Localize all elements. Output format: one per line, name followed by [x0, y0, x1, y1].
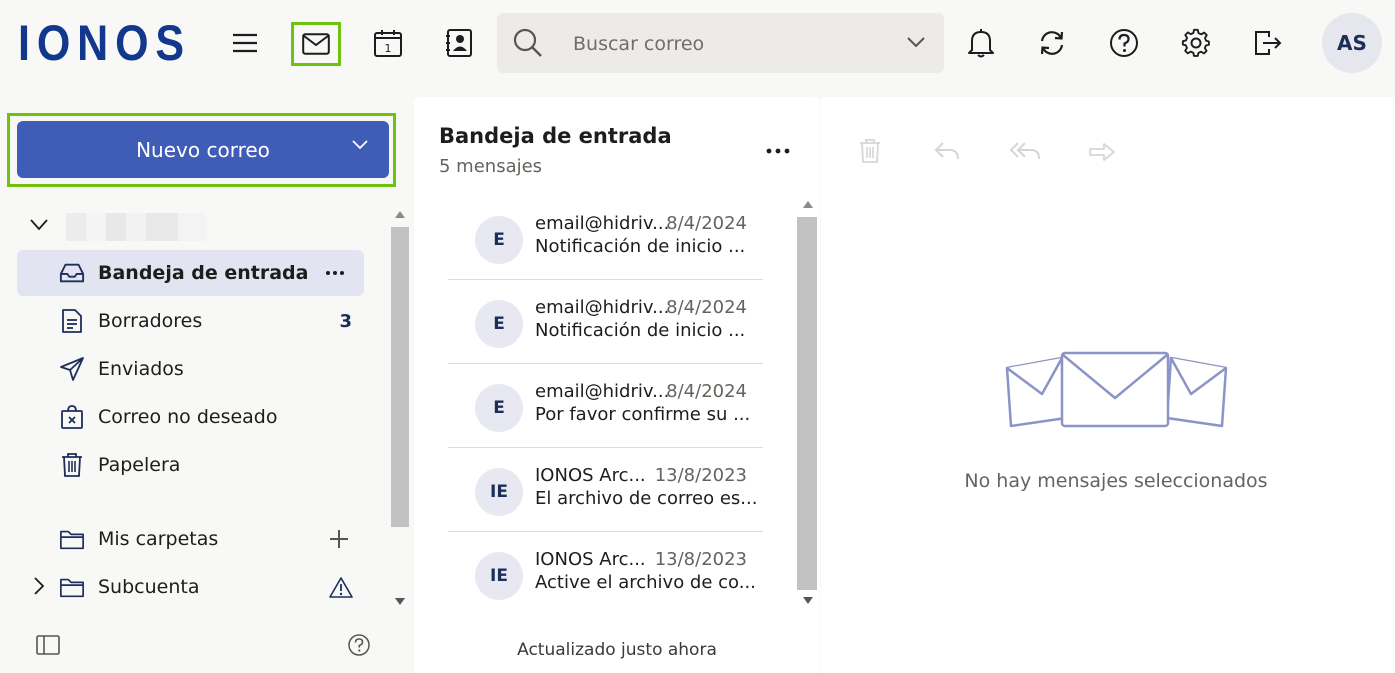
- sender: email@hidriv...: [535, 297, 670, 318]
- mail-icon[interactable]: [291, 22, 341, 66]
- message-date: 8/4/2024: [666, 213, 747, 234]
- message-item[interactable]: IE IONOS Arc... 13/8/2023 Active el arch…: [448, 532, 763, 615]
- sidebar-scroll-thumb[interactable]: [391, 227, 409, 527]
- empty-mail-illustration: [1004, 350, 1230, 430]
- message-date: 8/4/2024: [666, 297, 747, 318]
- chevron-down-icon[interactable]: [907, 37, 925, 48]
- message-subject: Active el archivo de co...: [535, 572, 756, 593]
- folder-label: Papelera: [98, 454, 181, 476]
- message-date: 8/4/2024: [666, 381, 747, 402]
- help-icon[interactable]: [1102, 21, 1146, 65]
- reply-icon[interactable]: [934, 141, 962, 163]
- sender-avatar: IE: [475, 552, 523, 600]
- sync-icon[interactable]: [1030, 21, 1074, 65]
- chevron-down-icon[interactable]: [352, 140, 368, 150]
- account-name-redacted: [66, 213, 206, 241]
- unread-count: 3: [339, 310, 352, 332]
- message-item[interactable]: E email@hidriv... 8/4/2024 Por favor con…: [448, 364, 763, 448]
- reply-all-icon[interactable]: [1009, 141, 1043, 163]
- message-subject: Notificación de inicio ...: [535, 236, 746, 257]
- trash-icon: [59, 452, 85, 478]
- account-collapse-icon[interactable]: [30, 219, 48, 231]
- subaccount-label: Subcuenta: [98, 576, 200, 598]
- search-bar[interactable]: [497, 13, 944, 75]
- spam-icon: [59, 404, 85, 430]
- empty-state-text: No hay mensajes seleccionados: [964, 470, 1268, 492]
- more-options-icon[interactable]: [325, 263, 345, 283]
- list-title: Bandeja de entrada: [439, 124, 672, 148]
- my-folders-label: Mis carpetas: [98, 528, 219, 550]
- message-list-scroll-thumb[interactable]: [797, 217, 817, 590]
- inbox-icon: [59, 260, 85, 286]
- folder-icon: [59, 574, 85, 600]
- draft-icon: [59, 308, 85, 334]
- sender-avatar: E: [475, 384, 523, 432]
- new-mail-label: Nuevo correo: [136, 137, 270, 162]
- message-date: 13/8/2023: [654, 465, 747, 486]
- sender: email@hidriv...: [535, 381, 670, 402]
- folder-spam[interactable]: Correo no deseado: [17, 394, 364, 440]
- folder-icon: [59, 526, 85, 552]
- sender: email@hidriv...: [535, 213, 670, 234]
- logout-icon[interactable]: [1246, 21, 1290, 65]
- subaccount-row[interactable]: Subcuenta: [17, 564, 364, 610]
- new-mail-button[interactable]: Nuevo correo: [17, 121, 389, 178]
- message-item[interactable]: E email@hidriv... 8/4/2024 Notificación …: [448, 280, 763, 364]
- sidebar-toggle-icon[interactable]: [36, 635, 60, 655]
- message-item[interactable]: IE IONOS Arc... 13/8/2023 El archivo de …: [448, 448, 763, 532]
- message-list-scrollbar[interactable]: [796, 193, 820, 613]
- scroll-down-icon[interactable]: [803, 597, 813, 604]
- sender: IONOS Arc...: [535, 549, 646, 570]
- contacts-icon[interactable]: [437, 21, 481, 65]
- search-icon[interactable]: [513, 28, 543, 58]
- scroll-up-icon[interactable]: [395, 211, 405, 218]
- scroll-up-icon[interactable]: [803, 201, 813, 208]
- folder-label: Borradores: [98, 310, 203, 332]
- delete-icon[interactable]: [859, 138, 881, 164]
- folder-label: Bandeja de entrada: [98, 262, 309, 284]
- help-icon[interactable]: [348, 634, 370, 656]
- sender-avatar: IE: [475, 468, 523, 516]
- ionos-logo[interactable]: IONOS: [18, 17, 184, 69]
- message-subject: El archivo de correo es...: [535, 488, 758, 509]
- folder-drafts[interactable]: Borradores 3: [17, 298, 364, 344]
- sender-avatar: E: [475, 216, 523, 264]
- calendar-icon[interactable]: 1: [366, 21, 410, 65]
- folder-sent[interactable]: Enviados: [17, 346, 364, 392]
- add-folder-icon[interactable]: [329, 529, 349, 549]
- message-item[interactable]: E email@hidriv... 8/4/2024 Notificación …: [448, 196, 763, 280]
- forward-icon[interactable]: [1088, 141, 1116, 163]
- my-folders-row[interactable]: Mis carpetas: [17, 516, 364, 562]
- sender: IONOS Arc...: [535, 465, 646, 486]
- send-icon: [59, 356, 85, 382]
- folder-label: Correo no deseado: [98, 406, 278, 428]
- user-avatar[interactable]: AS: [1322, 13, 1382, 73]
- more-options-icon[interactable]: [766, 147, 790, 155]
- message-subject: Notificación de inicio ...: [535, 320, 746, 341]
- calendar-day: 1: [385, 42, 392, 55]
- folder-label: Enviados: [98, 358, 184, 380]
- sidebar-scrollbar[interactable]: [388, 205, 412, 613]
- sender-avatar: E: [475, 300, 523, 348]
- message-subject: Por favor confirme su ...: [535, 404, 751, 425]
- folder-inbox[interactable]: Bandeja de entrada: [17, 250, 364, 296]
- warning-icon[interactable]: [329, 576, 353, 598]
- search-input[interactable]: [571, 13, 875, 75]
- scroll-down-icon[interactable]: [395, 598, 405, 605]
- message-date: 13/8/2023: [654, 549, 747, 570]
- gear-icon[interactable]: [1174, 21, 1218, 65]
- message-count: 5 mensajes: [439, 156, 543, 177]
- bell-icon[interactable]: [959, 21, 1003, 65]
- menu-icon[interactable]: [223, 21, 267, 65]
- folder-trash[interactable]: Papelera: [17, 442, 364, 488]
- sync-status: Actualizado justo ahora: [517, 640, 717, 660]
